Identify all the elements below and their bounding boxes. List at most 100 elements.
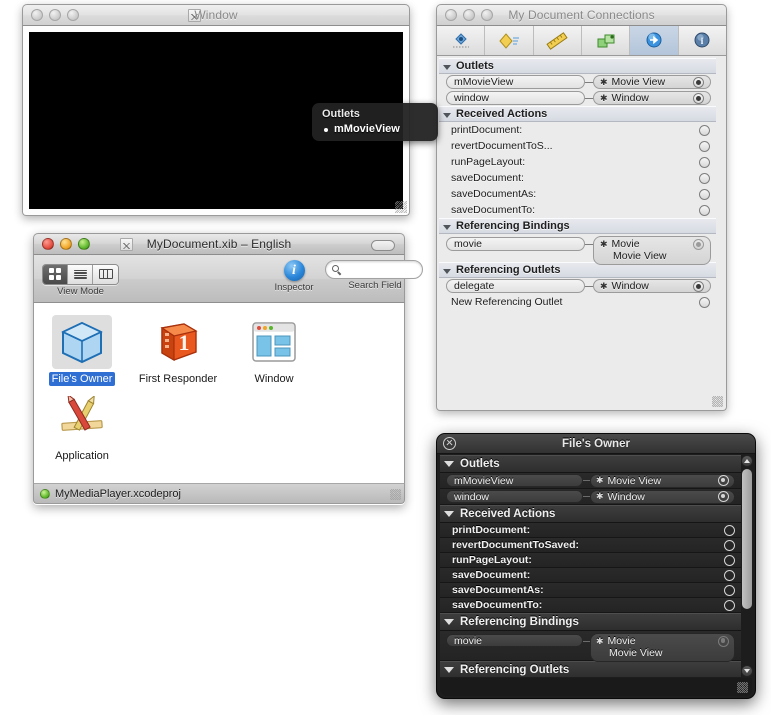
connection-knob[interactable] [693, 239, 704, 250]
close-button[interactable] [31, 9, 43, 21]
object-application[interactable]: Application [34, 386, 130, 463]
connections-content[interactable]: Outlets mMovieView ✱Movie View window ✱W… [436, 56, 727, 411]
resize-grip[interactable] [712, 396, 723, 407]
inspector-tab-bar[interactable]: i [436, 26, 727, 56]
connection-knob[interactable] [693, 281, 704, 292]
resize-grip[interactable] [737, 682, 748, 693]
section-header-received-actions[interactable]: Received Actions [440, 505, 741, 523]
disclosure-triangle-icon[interactable] [444, 619, 454, 625]
source-pill[interactable]: delegate [446, 279, 585, 293]
xib-traffic-lights[interactable] [42, 238, 90, 250]
xib-titlebar[interactable]: MyDocument.xib – English [33, 233, 405, 255]
connection-row[interactable]: window ✱Window [439, 90, 716, 106]
connection-knob[interactable] [693, 77, 704, 88]
action-row[interactable]: saveDocument: [439, 170, 716, 186]
hud-titlebar[interactable]: File's Owner [437, 434, 755, 454]
toggle-toolbar-button[interactable] [371, 240, 395, 251]
object-files-owner[interactable]: File's Owner [34, 309, 130, 386]
connection-knob[interactable] [693, 93, 704, 104]
connection-knob[interactable] [699, 157, 710, 168]
connections-inspector-window[interactable]: My Document Connections [436, 4, 727, 411]
action-row[interactable]: saveDocumentTo: [440, 598, 741, 613]
action-row[interactable]: saveDocumentAs: [439, 186, 716, 202]
target-pill[interactable]: ✱Window [593, 279, 711, 293]
connection-knob[interactable] [699, 205, 710, 216]
disclosure-triangle-icon[interactable] [444, 461, 454, 467]
connection-knob[interactable] [724, 585, 735, 596]
search-input[interactable] [325, 260, 423, 279]
view-mode-list-view[interactable] [68, 265, 93, 284]
action-row[interactable]: runPageLayout: [439, 154, 716, 170]
xib-document-window[interactable]: MyDocument.xib – English View Mode [33, 233, 405, 505]
zoom-button[interactable] [67, 9, 79, 21]
section-header-received-actions[interactable]: Received Actions [439, 106, 716, 122]
connections-traffic-lights[interactable] [445, 9, 493, 21]
view-mode-control[interactable]: View Mode [42, 260, 119, 297]
action-row[interactable]: New Referencing Outlet [439, 294, 716, 310]
hud-connections-list[interactable]: Outlets mMovieView ✱Movie View window ✱W… [440, 455, 741, 677]
target-pill[interactable]: ✱Window [590, 490, 735, 504]
connection-row[interactable]: window ✱Window [440, 489, 741, 505]
section-header-outlets[interactable]: Outlets [440, 455, 741, 473]
disclosure-triangle-icon[interactable] [443, 225, 451, 230]
connections-tab[interactable] [630, 26, 678, 55]
target-pill[interactable]: ✱Movie View [593, 75, 711, 89]
target-pill[interactable]: ✱Movie Movie View [590, 633, 735, 662]
hud-scrollbar[interactable] [741, 455, 753, 677]
minimize-button[interactable] [49, 9, 61, 21]
action-row[interactable]: saveDocumentAs: [440, 583, 741, 598]
minimize-button[interactable] [463, 9, 475, 21]
window-titlebar[interactable]: Window [22, 4, 410, 26]
scroll-up-arrow-icon[interactable] [741, 455, 753, 467]
xib-toolbar[interactable]: View Mode i Inspector Search Field [33, 255, 405, 303]
outlets-tooltip-item[interactable]: mMovieView [312, 122, 438, 136]
disclosure-triangle-icon[interactable] [443, 269, 451, 274]
attributes-tab[interactable] [437, 26, 485, 55]
source-pill[interactable]: window [446, 490, 583, 503]
section-header-referencing-outlets[interactable]: Referencing Outlets [440, 661, 741, 677]
source-pill[interactable]: movie [446, 634, 583, 647]
section-header-outlets[interactable]: Outlets [439, 58, 716, 74]
connection-knob[interactable] [724, 540, 735, 551]
source-pill[interactable]: mMovieView [446, 75, 585, 89]
inspector-button[interactable]: i [284, 260, 305, 281]
connection-knob[interactable] [724, 600, 735, 611]
target-pill[interactable]: ✱Window [593, 91, 711, 105]
disclosure-triangle-icon[interactable] [444, 511, 454, 517]
view-mode-icon-view[interactable] [43, 265, 68, 284]
search-control[interactable]: Search Field [325, 260, 425, 291]
close-icon[interactable] [443, 437, 456, 450]
section-header-referencing-bindings[interactable]: Referencing Bindings [440, 613, 741, 631]
connection-knob[interactable] [699, 125, 710, 136]
effects-tab[interactable] [485, 26, 533, 55]
connection-knob[interactable] [718, 636, 729, 647]
connection-knob[interactable] [724, 525, 735, 536]
action-row[interactable]: runPageLayout: [440, 553, 741, 568]
scroll-down-arrow-icon[interactable] [741, 665, 753, 677]
source-pill[interactable]: window [446, 91, 585, 105]
window-traffic-lights[interactable] [31, 9, 79, 21]
connection-row[interactable]: movie ✱Movie Movie View [439, 234, 716, 262]
xib-object-canvas[interactable]: File's Owner 1 Firs [33, 303, 405, 483]
zoom-button[interactable] [481, 9, 493, 21]
connection-row[interactable]: delegate ✱Window [439, 278, 716, 294]
action-row[interactable]: revertDocumentToSaved: [440, 538, 741, 553]
close-button[interactable] [42, 238, 54, 250]
source-pill[interactable]: mMovieView [446, 474, 583, 487]
connection-knob[interactable] [724, 570, 735, 581]
connections-scroll-area[interactable]: Outlets mMovieView ✱Movie View window ✱W… [439, 58, 716, 401]
action-row[interactable]: printDocument: [440, 523, 741, 538]
source-pill[interactable]: movie [446, 237, 585, 251]
action-row[interactable]: saveDocumentTo: [439, 202, 716, 218]
connections-titlebar[interactable]: My Document Connections [436, 4, 727, 26]
connection-knob[interactable] [699, 297, 710, 308]
bindings-tab[interactable] [582, 26, 630, 55]
resize-grip[interactable] [395, 201, 407, 213]
connection-knob[interactable] [718, 491, 729, 502]
connection-knob[interactable] [718, 475, 729, 486]
action-row[interactable]: revertDocumentToS... [439, 138, 716, 154]
size-tab[interactable] [534, 26, 582, 55]
disclosure-triangle-icon[interactable] [444, 667, 454, 673]
files-owner-hud-panel[interactable]: File's Owner Outlets mMovieView ✱Movie V… [436, 433, 756, 699]
close-button[interactable] [445, 9, 457, 21]
